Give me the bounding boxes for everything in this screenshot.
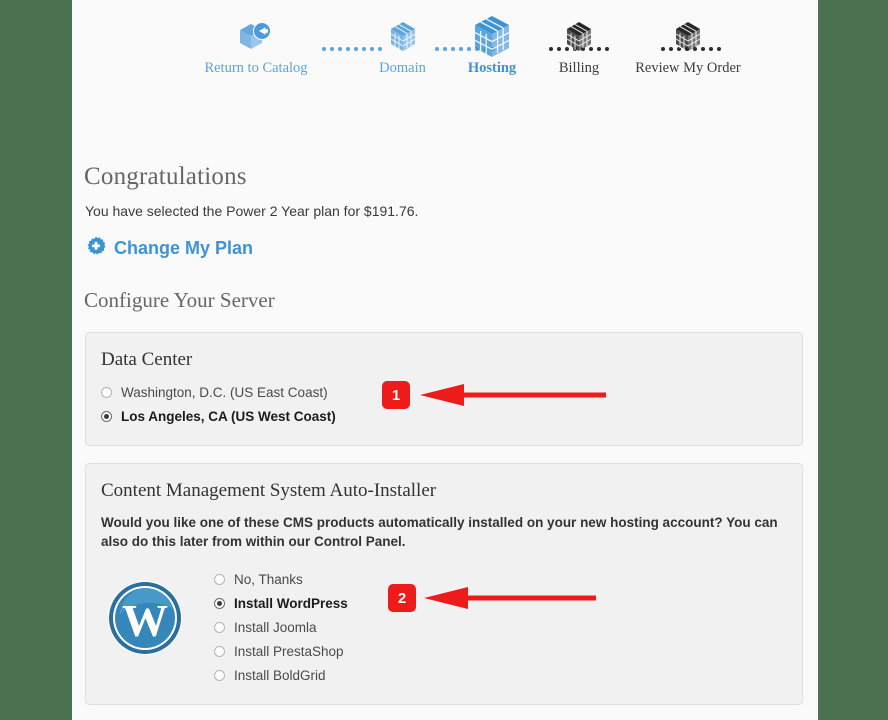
annotation-arrow-1: [420, 383, 606, 407]
radio-label: Install PrestaShop: [234, 644, 344, 659]
page-content: Return to Catalog Domain Hosting Billing…: [72, 0, 818, 720]
radio-indicator: [214, 670, 225, 681]
radio-label: Los Angeles, CA (US West Coast): [121, 409, 336, 424]
radio-indicator: [101, 411, 112, 422]
radio-label: Install BoldGrid: [234, 668, 326, 683]
radio-label: Install WordPress: [234, 596, 348, 611]
annotation-badge-2: 2: [388, 584, 416, 612]
wordpress-logo-icon: W: [106, 579, 184, 657]
radio-indicator: [101, 387, 112, 398]
radio-label: No, Thanks: [234, 572, 303, 587]
radio-label: Install Joomla: [234, 620, 317, 635]
radio-los-angeles-ca[interactable]: Los Angeles, CA (US West Coast): [101, 409, 336, 424]
radio-install-wordpress[interactable]: Install WordPress: [214, 596, 348, 611]
configure-server-heading: Configure Your Server: [84, 288, 275, 312]
radio-washington-dc[interactable]: Washington, D.C. (US East Coast): [101, 385, 328, 400]
radio-install-boldgrid[interactable]: Install BoldGrid: [214, 668, 326, 683]
radio-indicator: [214, 646, 225, 657]
cms-title: Content Management System Auto-Installer: [101, 480, 437, 501]
cube-back-arrow-icon: [173, 14, 339, 60]
checkout-stepper: Return to Catalog Domain Hosting Billing…: [72, 14, 818, 86]
radio-indicator: [214, 622, 225, 633]
radio-indicator: [214, 598, 225, 609]
data-center-title: Data Center: [101, 349, 193, 370]
radio-install-prestashop[interactable]: Install PrestaShop: [214, 644, 344, 659]
cms-auto-installer-panel: Content Management System Auto-Installer…: [85, 463, 803, 705]
radio-no-thanks[interactable]: No, Thanks: [214, 572, 303, 587]
cms-description: Would you like one of these CMS products…: [101, 515, 778, 549]
radio-label: Washington, D.C. (US East Coast): [121, 385, 328, 400]
step-return-to-catalog[interactable]: Return to Catalog: [173, 14, 339, 76]
change-my-plan-label: Change My Plan: [114, 238, 254, 258]
step-label: Review My Order: [635, 60, 741, 76]
svg-text:W: W: [122, 595, 168, 646]
radio-install-joomla[interactable]: Install Joomla: [214, 620, 317, 635]
step-review-my-order[interactable]: Review My Order: [588, 14, 788, 76]
change-my-plan-link[interactable]: Change My Plan: [86, 236, 253, 261]
gear-plus-icon: [86, 236, 106, 261]
annotation-badge-1: 1: [382, 381, 410, 409]
cube-icon: [588, 14, 788, 60]
annotation-arrow-2: [424, 586, 596, 610]
radio-indicator: [214, 574, 225, 585]
page-title: Congratulations: [84, 163, 247, 190]
plan-selection-text: You have selected the Power 2 Year plan …: [85, 203, 419, 219]
step-label: Return to Catalog: [204, 60, 308, 76]
